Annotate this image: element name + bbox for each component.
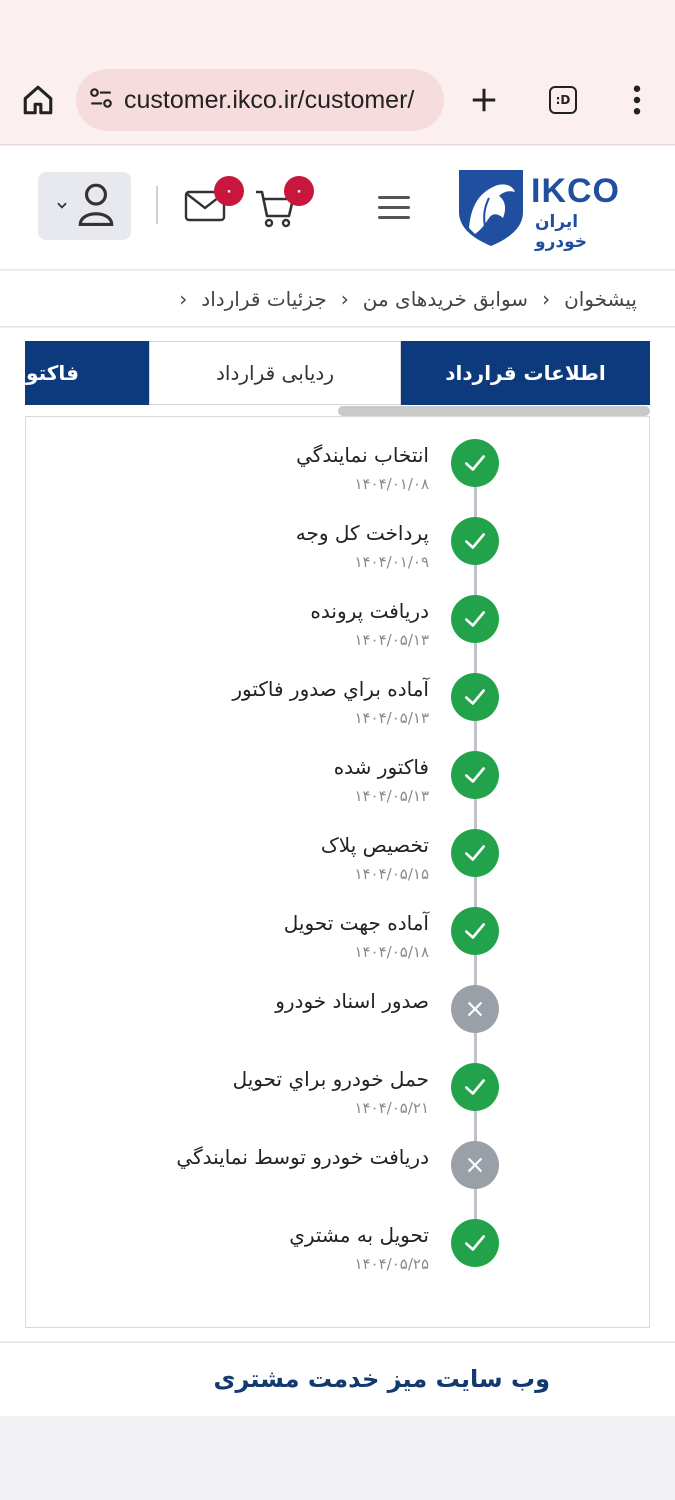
tabs-scrollbar[interactable] bbox=[338, 406, 650, 416]
timeline-step: دريافت پرونده ۱۴۰۴/۰۵/۱۳ bbox=[26, 595, 651, 665]
breadcrumb: پیشخوان › سوابق خریدهای من › جزئیات قرار… bbox=[0, 271, 675, 327]
tab-contract-tracking[interactable]: ردیابی قرارداد bbox=[149, 341, 401, 405]
step-title: دريافت پرونده bbox=[310, 599, 429, 623]
customer-service-link[interactable]: وب سایت میز خدمت مشتری bbox=[213, 1365, 550, 1393]
timeline-step: دريافت خودرو توسط نمايندگي bbox=[26, 1141, 651, 1211]
step-title: آماده براي صدور فاکتور bbox=[232, 677, 429, 701]
check-icon bbox=[451, 1219, 499, 1267]
footer: وب سایت میز خدمت مشتری bbox=[0, 1342, 675, 1416]
new-tab-icon[interactable] bbox=[454, 70, 514, 130]
step-title: فاکتور شده bbox=[333, 755, 429, 779]
tab-bar: اطلاعات قرارداد ردیابی قرارداد فاکتور bbox=[25, 341, 650, 405]
breadcrumb-item-dashboard[interactable]: پیشخوان bbox=[564, 287, 637, 311]
step-date: ۱۴۰۴/۰۵/۲۱ bbox=[354, 1099, 429, 1117]
timeline-step: فاکتور شده ۱۴۰۴/۰۵/۱۳ bbox=[26, 751, 651, 821]
breadcrumb-separator: › bbox=[179, 286, 188, 311]
step-title: پرداخت کل وجه bbox=[295, 521, 429, 545]
messages-badge: ۰ bbox=[214, 176, 244, 206]
breadcrumb-separator: › bbox=[542, 286, 551, 311]
check-icon bbox=[451, 907, 499, 955]
site-settings-icon[interactable] bbox=[88, 85, 114, 115]
tracking-panel: انتخاب نمايندگي ۱۴۰۴/۰۱/۰۸ پرداخت کل وجه ۱۴… bbox=[25, 416, 650, 1328]
menu-icon[interactable] bbox=[378, 196, 410, 220]
step-date: ۱۴۰۴/۰۵/۱۵ bbox=[354, 865, 429, 883]
check-icon bbox=[451, 517, 499, 565]
step-date: ۱۴۰۴/۰۵/۱۸ bbox=[354, 943, 429, 961]
header-divider bbox=[156, 186, 158, 224]
timeline-step: صدور اسناد خودرو bbox=[26, 985, 651, 1055]
tab-contract-info[interactable]: اطلاعات قرارداد bbox=[401, 341, 650, 405]
more-menu-icon[interactable] bbox=[607, 70, 667, 130]
main-content: اطلاعات قرارداد ردیابی قرارداد فاکتور ان… bbox=[0, 328, 675, 1341]
browser-toolbar: customer.ikco.ir/customer/ :D bbox=[0, 0, 675, 145]
logo-subtext: ایران خودرو bbox=[535, 212, 587, 252]
timeline-step: انتخاب نمايندگي ۱۴۰۴/۰۱/۰۸ bbox=[26, 439, 651, 509]
step-title: انتخاب نمايندگي bbox=[296, 443, 429, 467]
timeline-step: تحويل به مشتري ۱۴۰۴/۰۵/۲۵ bbox=[26, 1219, 651, 1289]
logo-text: IKCO bbox=[531, 172, 620, 210]
step-title: تخصيص پلاک bbox=[320, 833, 429, 857]
tab-switcher-button[interactable]: :D bbox=[533, 70, 593, 130]
tab-switcher-label: :D bbox=[549, 86, 577, 114]
close-icon bbox=[451, 1141, 499, 1189]
ikco-logo[interactable]: IKCO ایران خودرو bbox=[455, 168, 635, 252]
step-date: ۱۴۰۴/۰۵/۱۳ bbox=[354, 709, 429, 727]
step-title: دريافت خودرو توسط نمايندگي bbox=[176, 1145, 429, 1169]
close-icon bbox=[451, 985, 499, 1033]
step-date: ۱۴۰۴/۰۵/۲۵ bbox=[354, 1255, 429, 1273]
check-icon bbox=[451, 595, 499, 643]
breadcrumb-item-contract-details: جزئیات قرارداد bbox=[201, 286, 327, 311]
breadcrumb-item-purchases[interactable]: سوابق خریدهای من bbox=[363, 287, 528, 311]
timeline-step: پرداخت کل وجه ۱۴۰۴/۰۱/۰۹ bbox=[26, 517, 651, 587]
step-date: ۱۴۰۴/۰۵/۱۳ bbox=[354, 631, 429, 649]
cart-badge: ۰ bbox=[284, 176, 314, 206]
timeline-step: تخصيص پلاک ۱۴۰۴/۰۵/۱۵ bbox=[26, 829, 651, 899]
cart-button[interactable]: ۰ bbox=[254, 176, 314, 236]
home-icon[interactable] bbox=[8, 70, 68, 130]
step-title: صدور اسناد خودرو bbox=[275, 989, 429, 1013]
step-date: ۱۴۰۴/۰۱/۰۹ bbox=[354, 553, 429, 571]
step-date: ۱۴۰۴/۰۱/۰۸ bbox=[354, 475, 429, 493]
step-date: ۱۴۰۴/۰۵/۱۳ bbox=[354, 787, 429, 805]
check-icon bbox=[451, 1063, 499, 1111]
user-menu-button[interactable] bbox=[38, 172, 131, 240]
site-header: ۰ ۰ IKCO ایران خودرو bbox=[0, 146, 675, 270]
check-icon bbox=[451, 439, 499, 487]
check-icon bbox=[451, 673, 499, 721]
timeline-step: آماده براي صدور فاکتور ۱۴۰۴/۰۵/۱۳ bbox=[26, 673, 651, 743]
user-icon bbox=[77, 182, 115, 230]
check-icon bbox=[451, 751, 499, 799]
step-title: آماده جهت تحويل bbox=[283, 911, 429, 935]
step-title: حمل خودرو براي تحويل bbox=[232, 1067, 429, 1091]
messages-button[interactable]: ۰ bbox=[184, 176, 244, 236]
chevron-down-icon bbox=[55, 197, 69, 216]
url-text: customer.ikco.ir/customer/ bbox=[124, 85, 415, 114]
timeline-step: حمل خودرو براي تحويل ۱۴۰۴/۰۵/۲۱ bbox=[26, 1063, 651, 1133]
tab-invoice[interactable]: فاکتور bbox=[25, 341, 149, 405]
breadcrumb-separator: › bbox=[340, 286, 349, 311]
timeline-step: آماده جهت تحويل ۱۴۰۴/۰۵/۱۸ bbox=[26, 907, 651, 977]
step-title: تحويل به مشتري bbox=[289, 1223, 429, 1247]
check-icon bbox=[451, 829, 499, 877]
address-bar[interactable]: customer.ikco.ir/customer/ bbox=[76, 69, 444, 131]
